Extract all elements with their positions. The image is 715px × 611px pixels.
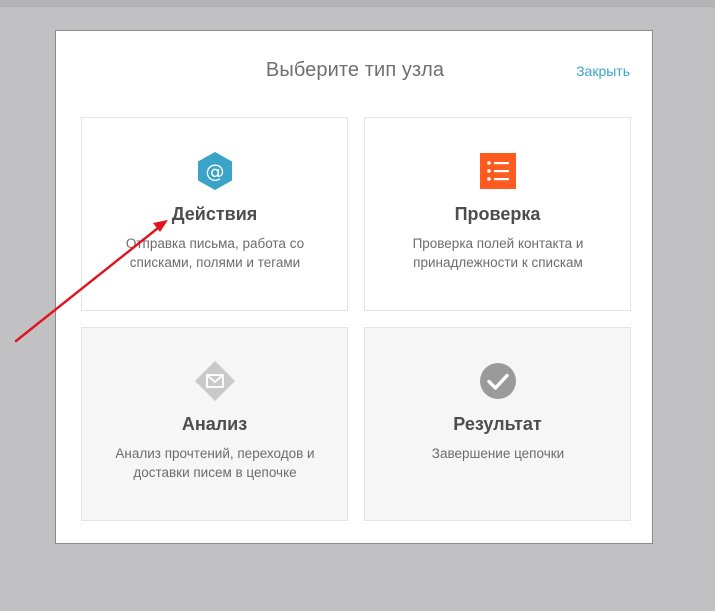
card-description: Проверка полей контакта и принадлежности… [412,236,584,270]
node-card-analysis[interactable]: Анализ Анализ прочтений, переходов и дос… [81,327,348,521]
card-title: Результат [453,414,542,434]
node-card-result[interactable]: Результат Завершение цепочки [364,327,631,521]
node-card-actions[interactable]: @ Действия Отправка письма, работа со сп… [81,117,348,311]
svg-text:@: @ [206,161,225,183]
card-description: Анализ прочтений, переходов и доставки п… [115,446,315,480]
node-card-check[interactable]: Проверка Проверка полей контакта и прина… [364,117,631,311]
checklist-icon [480,153,516,189]
at-sign-hexagon-icon: @ [198,152,232,190]
card-title: Проверка [454,204,541,224]
node-type-modal: Выберите тип узла Закрыть @ Действия Отп… [55,30,653,544]
card-title: Анализ [181,414,248,434]
card-description: Завершение цепочки [431,446,565,461]
envelope-diamond-icon [195,361,235,401]
top-bar [0,0,715,7]
card-description: Отправка письма, работа со списками, пол… [125,236,305,270]
close-button[interactable]: Закрыть [576,63,630,79]
modal-title: Выберите тип узла [265,59,445,81]
checkmark-circle-icon [480,363,516,399]
card-title: Действия [171,204,258,224]
